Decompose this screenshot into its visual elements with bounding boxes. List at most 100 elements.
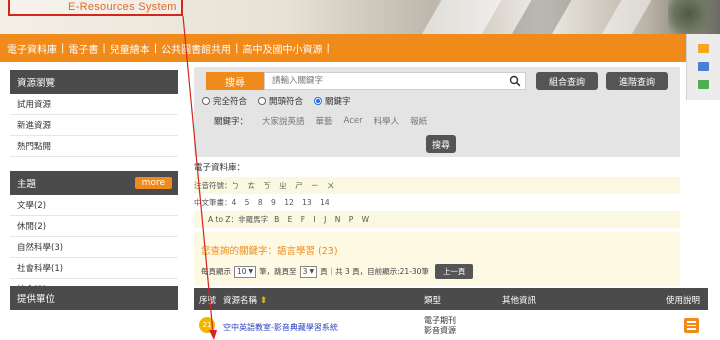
folder-icon[interactable]	[698, 44, 709, 53]
nav-separator: |	[153, 42, 158, 54]
radio-button-selected[interactable]	[314, 97, 323, 105]
index-link[interactable]: B	[274, 215, 279, 224]
chevron-down-icon: ▼	[248, 268, 254, 275]
radio-label: 開頭符合	[269, 97, 304, 107]
resource-type-line: 電子期刊	[424, 316, 456, 325]
keyword-suggestions: 關鍵字： 大家說英語 華藝 Acer 科學人 報紙	[214, 115, 438, 127]
sidebar-heading-label: 提供單位	[17, 294, 56, 305]
radio-label: 關鍵字	[325, 97, 351, 107]
sidebar-item-literature[interactable]: 文學(2)	[10, 195, 178, 216]
keyword-link[interactable]: 大家說英語	[262, 115, 305, 127]
phonetic-label: 注音符號：	[194, 181, 232, 190]
usage-guide-icon[interactable]	[684, 318, 699, 333]
resource-link[interactable]: 空中英語教室-影音典藏學習系統	[223, 322, 338, 333]
results-table-header: 序號 資源名稱 ⬍ 類型 其他資訊 使用說明	[194, 288, 708, 310]
index-link[interactable]: 4	[232, 198, 237, 207]
index-link[interactable]: P	[349, 215, 354, 224]
pagination-row: 每頁顯示 10 ▼ 筆，跳頁至 3 ▼ 頁｜共 3 頁，目前顯示:21-30筆 …	[201, 264, 474, 279]
keyword-link[interactable]: Acer	[344, 116, 363, 126]
keywords-label: 關鍵字：	[214, 117, 249, 127]
query-result-title: 您查詢的關鍵字：語言學習 (23)	[201, 246, 338, 257]
nav-separator: |	[102, 42, 106, 54]
resource-type-line: 影音資源	[424, 326, 456, 335]
index-link[interactable]: 9	[271, 198, 276, 207]
index-link[interactable]: 12	[284, 198, 294, 207]
radio-button[interactable]	[258, 97, 267, 105]
keyword-link[interactable]: 華藝	[316, 115, 333, 127]
per-page-select[interactable]: 10 ▼	[234, 265, 257, 278]
banner-decoration	[496, 0, 584, 34]
index-link[interactable]: 13	[302, 198, 312, 207]
nav-item-databases[interactable]: 電子資料庫	[7, 41, 57, 56]
index-link[interactable]: ㄨ	[327, 181, 335, 190]
nav-item-public-library[interactable]: 公共圖書館共用	[161, 41, 231, 56]
database-index-title: 電子資料庫：	[194, 163, 246, 173]
per-page-prefix: 每頁顯示	[201, 267, 231, 276]
sidebar-item-leisure[interactable]: 休閒(2)	[10, 216, 178, 237]
column-header-name[interactable]: 資源名稱 ⬍	[223, 294, 267, 306]
site-title[interactable]: E-Resources System	[68, 1, 177, 13]
alpha-index-row: A to Z：非羅馬字 B E F I J N P W	[194, 211, 680, 228]
floating-toolbar	[686, 34, 720, 100]
radio-keyword-match[interactable]: 關鍵字	[314, 95, 351, 107]
radio-button[interactable]	[202, 97, 210, 105]
index-link[interactable]: ㄅ	[232, 181, 240, 190]
nav-item-ebooks[interactable]: 電子書	[68, 41, 98, 56]
index-link[interactable]: ㄓ	[279, 181, 287, 190]
index-link[interactable]: F	[301, 215, 305, 224]
column-header-other: 其他資訊	[502, 296, 537, 306]
search-submit-button[interactable]: 搜尋	[426, 135, 456, 153]
combined-search-button[interactable]: 組合查詢	[536, 72, 598, 90]
search-tab[interactable]: 搜尋	[206, 72, 264, 90]
per-page-unit: 筆，跳頁至	[259, 267, 297, 276]
sidebar-heading-browse: 資源瀏覽	[10, 70, 178, 94]
search-box	[264, 72, 526, 90]
sidebar-heading-label: 主題	[17, 179, 37, 190]
page-select[interactable]: 3 ▼	[299, 265, 318, 278]
keyword-link[interactable]: 科學人	[374, 115, 400, 127]
top-navigation: 電子資料庫 | 電子書 | 兒童繪本 | 公共圖書館共用 | 高中及國中小資源 …	[0, 34, 686, 62]
page-value: 3	[302, 267, 308, 276]
column-header-index: 序號	[199, 296, 217, 306]
advanced-search-button[interactable]: 進階查詢	[606, 72, 668, 90]
strokes-index-row: 中文筆畫： 4 5 8 9 12 13 14	[194, 194, 680, 211]
sidebar-item-social-science[interactable]: 社會科學(1)	[10, 258, 178, 279]
index-link[interactable]: I	[313, 215, 315, 224]
column-header-guide: 使用說明	[666, 296, 701, 306]
nav-item-picture-books[interactable]: 兒童繪本	[110, 41, 150, 56]
chart-icon[interactable]	[698, 80, 709, 89]
index-link[interactable]: 8	[258, 198, 263, 207]
sidebar-item-trial[interactable]: 試用資源	[10, 94, 178, 115]
index-link[interactable]: ㄧ	[311, 181, 319, 190]
search-icon[interactable]	[509, 75, 521, 87]
sidebar-item-popular[interactable]: 熱門點閱	[10, 136, 178, 157]
search-panel: 搜尋 組合查詢 進階查詢 完全符合 開頭符合 關鍵字 關鍵字： 大家說英語 華藝…	[194, 67, 680, 157]
previous-page-button[interactable]: 上一頁	[434, 264, 474, 279]
index-link[interactable]: ㄎ	[263, 181, 271, 190]
sort-icon[interactable]: ⬍	[260, 296, 268, 306]
phonetic-index-row: 注音符號： ㄅ ㄊ ㄎ ㄓ ㄕ ㄧ ㄨ	[194, 177, 680, 194]
more-button[interactable]: more	[134, 177, 172, 189]
sidebar-item-natural-science[interactable]: 自然科學(3)	[10, 237, 178, 258]
radio-prefix-match[interactable]: 開頭符合	[258, 95, 303, 107]
strokes-label: 中文筆畫：	[194, 198, 232, 207]
match-options: 完全符合 開頭符合 關鍵字	[202, 95, 362, 107]
book-icon[interactable]	[698, 62, 709, 71]
radio-exact-match[interactable]: 完全符合	[202, 95, 247, 107]
index-link[interactable]: ㄊ	[247, 181, 255, 190]
nav-separator: |	[235, 42, 239, 54]
table-row: 21 空中英語教室-影音典藏學習系統 電子期刊 影音資源	[194, 312, 708, 340]
index-link[interactable]: 5	[245, 198, 250, 207]
index-link[interactable]: 14	[320, 198, 330, 207]
resource-type: 電子期刊 影音資源	[424, 316, 456, 336]
index-link[interactable]: W	[362, 215, 369, 224]
index-link[interactable]: J	[324, 215, 326, 224]
nav-item-school-resources[interactable]: 高中及國中小資源	[243, 41, 323, 56]
index-link[interactable]: E	[288, 215, 293, 224]
sidebar-item-new[interactable]: 新進資源	[10, 115, 178, 136]
search-input[interactable]	[265, 73, 495, 89]
sidebar-heading-subject: 主題 more	[10, 171, 178, 195]
keyword-link[interactable]: 報紙	[410, 115, 427, 127]
index-link[interactable]: N	[335, 215, 341, 224]
index-link[interactable]: ㄕ	[295, 181, 303, 190]
